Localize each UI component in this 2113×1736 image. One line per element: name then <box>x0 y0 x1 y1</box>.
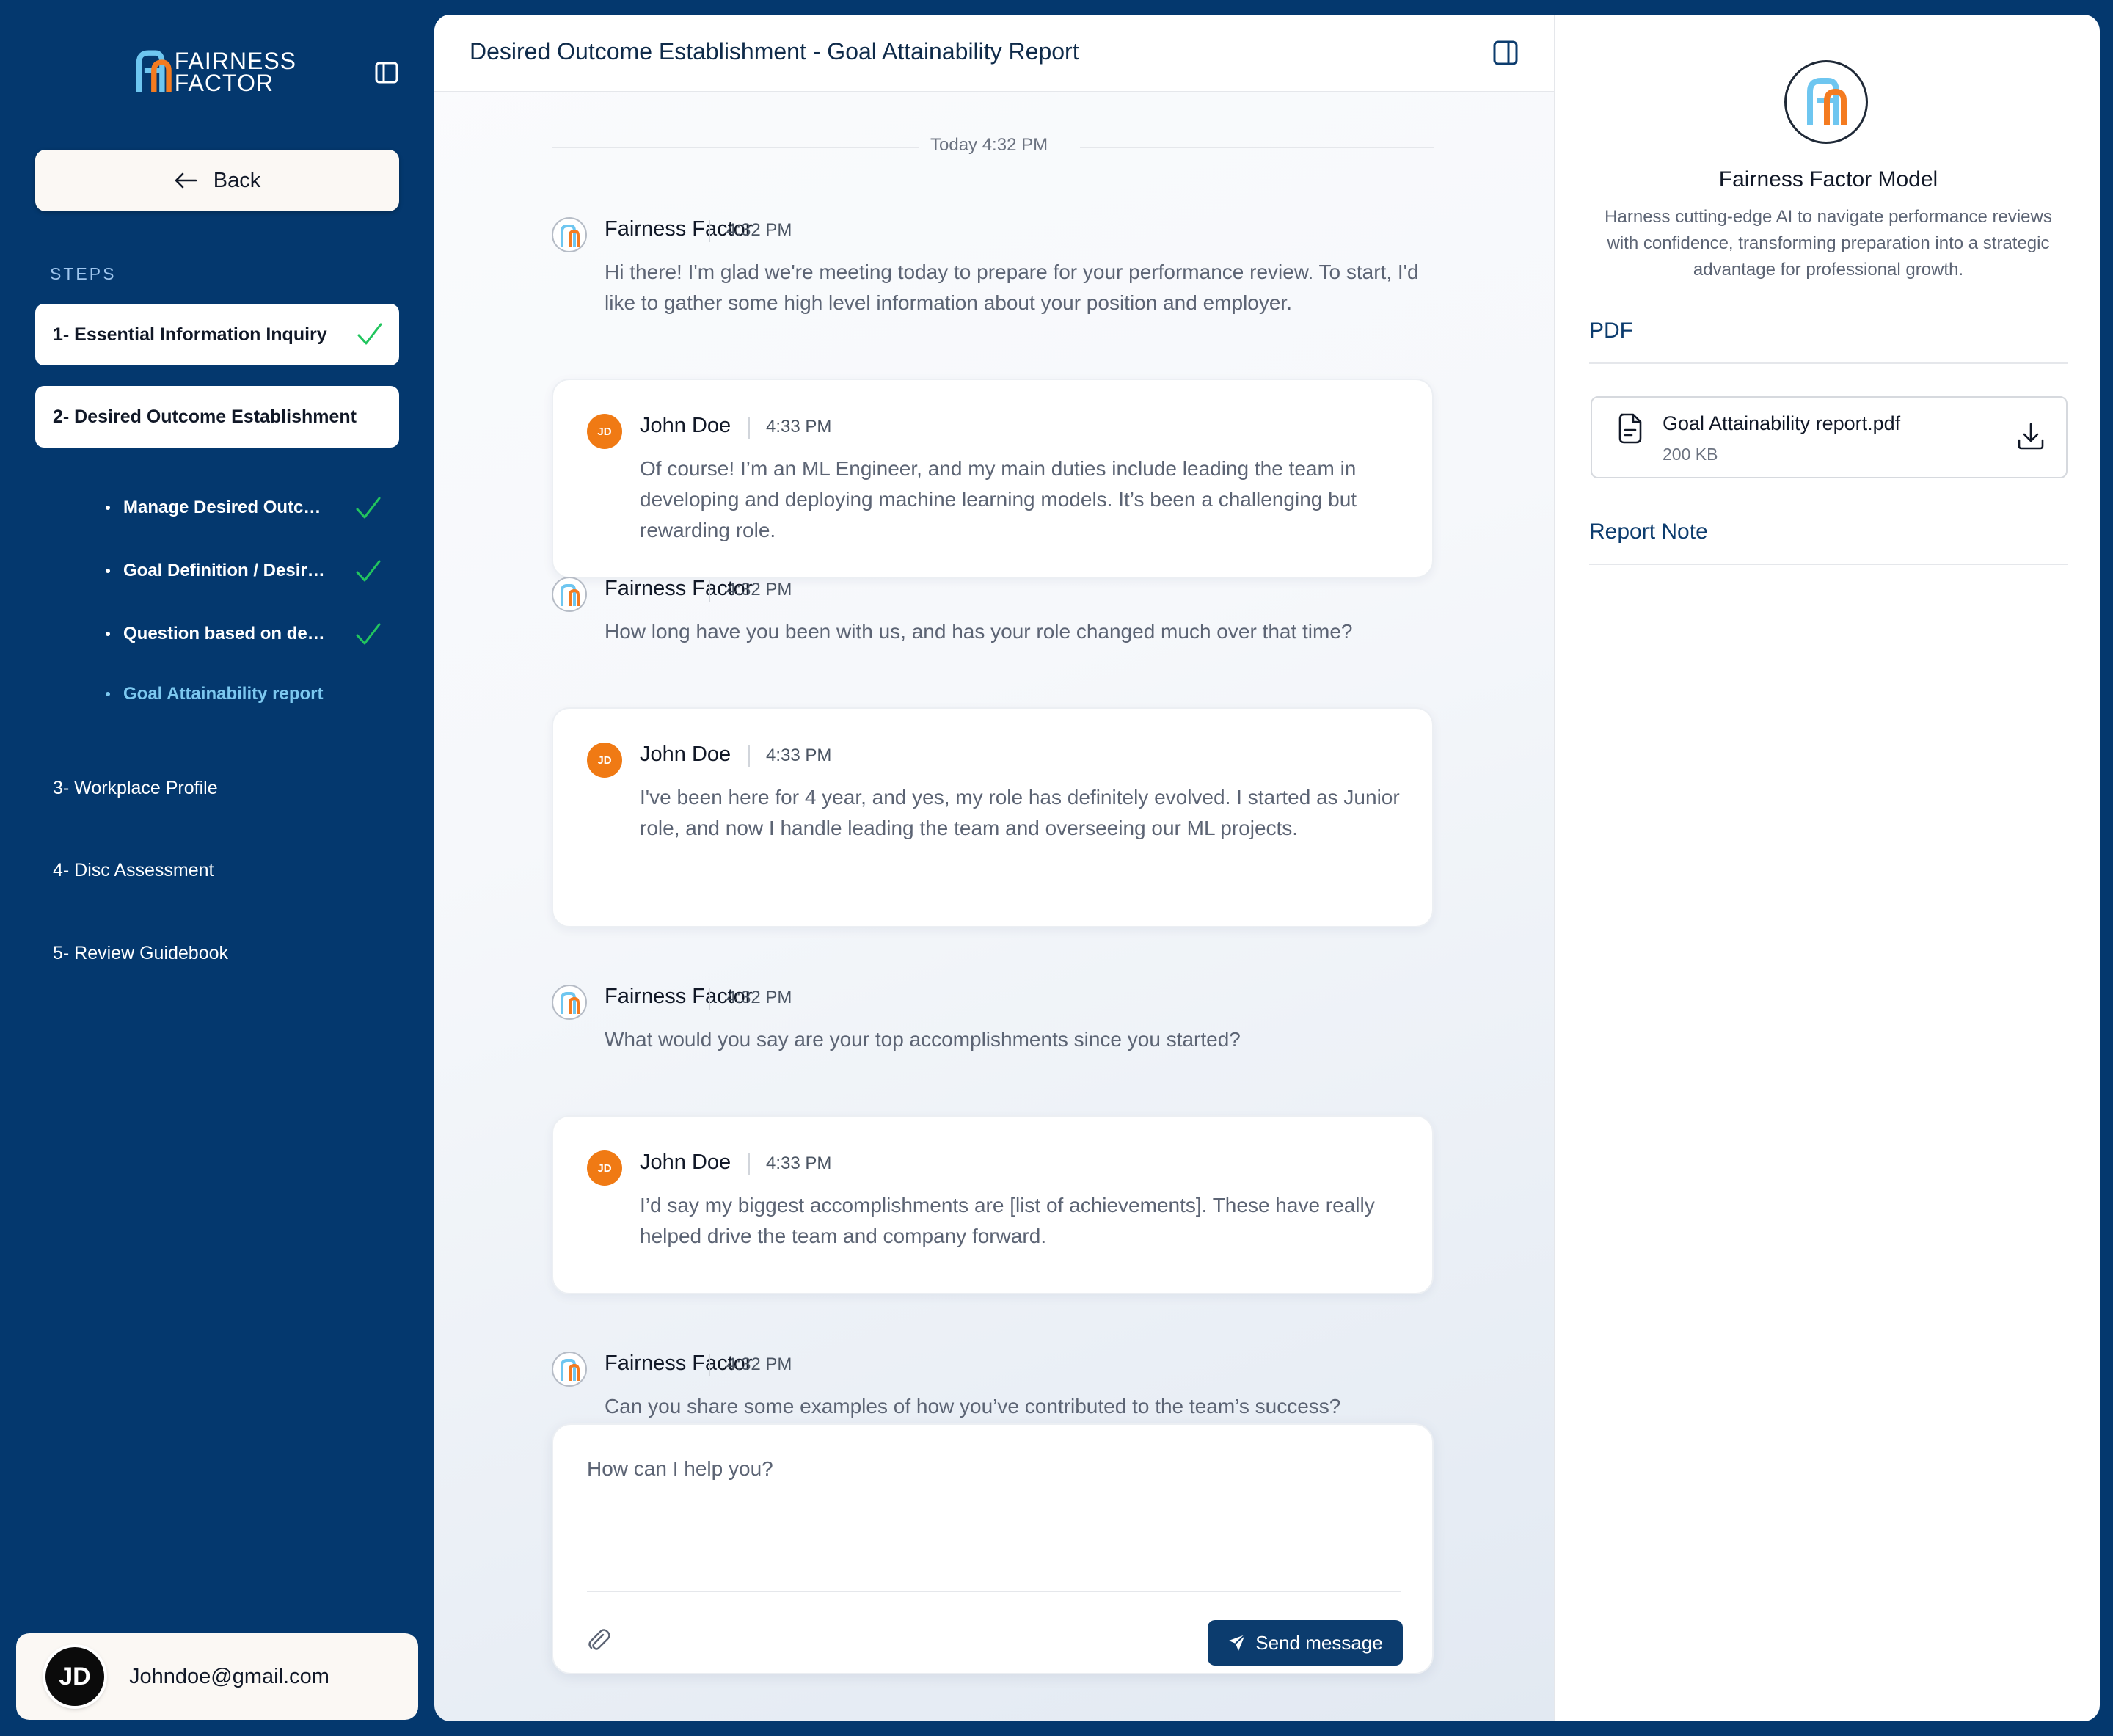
model-logo <box>1784 60 1868 144</box>
paperclip-icon[interactable] <box>585 1627 612 1654</box>
fairness-factor-logo-icon <box>1807 78 1847 125</box>
avatar: JD <box>587 743 622 778</box>
avatar: JD <box>587 414 622 449</box>
message-time: 4:32 PM <box>709 988 792 1010</box>
message-text: What would you say are your top accompli… <box>605 1028 1241 1051</box>
fairness-factor-logo-icon <box>561 225 580 247</box>
arrow-left-icon <box>175 172 197 189</box>
section-divider <box>1589 362 2068 364</box>
avatar: JD <box>45 1647 104 1706</box>
fairness-factor-logo[interactable]: FAIRNESS FACTOR <box>135 47 296 97</box>
pdf-file-card[interactable]: Goal Attainability report.pdf 200 KB <box>1591 396 2068 478</box>
step-workplace-profile[interactable]: 3- Workplace Profile <box>53 778 218 799</box>
user-email: Johndoe@gmail.com <box>129 1664 329 1688</box>
composer-divider <box>587 1591 1401 1592</box>
bullet-dot <box>106 506 110 510</box>
message-time: 4:32 PM <box>709 1354 792 1376</box>
message-time: 4:33 PM <box>748 1153 831 1175</box>
report-note-heading: Report Note <box>1589 519 1708 544</box>
toggle-right-panel-icon[interactable] <box>1492 40 1519 66</box>
message-text: Can you share some examples of how you’v… <box>605 1395 1341 1418</box>
message-text: I’d say my biggest accomplishments are [… <box>640 1194 1375 1247</box>
assistant-avatar <box>552 217 587 252</box>
substep-label: Goal Attainability report <box>123 684 324 704</box>
logo-text-line2: FACTOR <box>174 70 274 96</box>
send-button-label: Send message <box>1255 1631 1383 1654</box>
step-label: 2- Desired Outcome Establishment <box>53 406 357 427</box>
check-icon <box>356 497 381 519</box>
page-title: Desired Outcome Establishment - Goal Att… <box>470 38 1079 65</box>
avatar: JD <box>587 1150 622 1186</box>
step-review-guidebook[interactable]: 5- Review Guidebook <box>53 943 228 964</box>
sender-name: John Doe <box>640 1150 731 1174</box>
chat-header: Desired Outcome Establishment - Goal Att… <box>434 15 1554 92</box>
back-button-label: Back <box>213 168 261 192</box>
step-label: 1- Essential Information Inquiry <box>53 324 327 345</box>
step-essential-information-inquiry[interactable]: 1- Essential Information Inquiry <box>35 304 399 365</box>
step-desired-outcome-establishment[interactable]: 2- Desired Outcome Establishment <box>35 386 399 448</box>
substep-label: Manage Desired Outcome <box>123 497 330 517</box>
bullet-dot <box>106 569 110 573</box>
substep-question-based-on-desired-outcome[interactable]: Question based on desired outcome <box>106 619 384 649</box>
back-button[interactable]: Back <box>35 150 399 211</box>
file-name: Goal Attainability report.pdf <box>1663 412 1901 434</box>
date-divider: Today 4:32 PM <box>930 135 1048 155</box>
logo-text-line1: FAIRNESS <box>174 48 296 74</box>
fairness-factor-logo-icon <box>561 992 580 1014</box>
steps-heading: STEPS <box>50 264 117 283</box>
assistant-avatar <box>552 577 587 612</box>
substep-label: Question based on desired outcome <box>123 624 330 643</box>
check-icon <box>356 623 381 645</box>
details-panel: Fairness Factor Model Harness cutting-ed… <box>1554 15 2100 1721</box>
bullet-dot <box>106 632 110 636</box>
substep-goal-definition[interactable]: Goal Definition / Desired Outcome <box>106 556 384 586</box>
message-input[interactable] <box>587 1457 1394 1553</box>
message-composer: Send message <box>552 1423 1434 1674</box>
document-icon <box>1618 413 1642 444</box>
sender-name: John Doe <box>640 414 731 437</box>
model-title: Fairness Factor Model <box>1718 167 1938 192</box>
bullet-dot <box>106 692 110 696</box>
user-message: JD John Doe 4:33 PM I've been here for 4… <box>552 707 1434 927</box>
logo-mark-icon <box>136 50 172 92</box>
user-message: JD John Doe 4:33 PM Of course! I’m an ML… <box>552 379 1434 578</box>
user-account-card[interactable]: JD Johndoe@gmail.com <box>16 1633 418 1720</box>
date-divider-line <box>1080 147 1434 148</box>
message-time: 4:33 PM <box>748 745 831 767</box>
chat-panel: Desired Outcome Establishment - Goal Att… <box>434 15 1554 1721</box>
substep-label: Goal Definition / Desired Outcome <box>123 561 330 580</box>
assistant-avatar <box>552 985 587 1020</box>
message-time: 4:33 PM <box>748 417 831 439</box>
message-time: 4:32 PM <box>709 580 792 602</box>
fairness-factor-logo-icon <box>561 584 580 606</box>
message-text: How long have you been with us, and has … <box>605 620 1353 643</box>
message-text: Hi there! I'm glad we're meeting today t… <box>605 260 1419 314</box>
send-icon <box>1229 1634 1246 1651</box>
message-text: Of course! I’m an ML Engineer, and my ma… <box>640 457 1357 541</box>
pdf-section-heading: PDF <box>1589 318 1633 343</box>
check-icon <box>357 323 382 345</box>
message-text: I've been here for 4 year, and yes, my r… <box>640 786 1400 839</box>
section-divider <box>1589 564 2068 565</box>
download-icon[interactable] <box>2016 421 2046 451</box>
user-message: JD John Doe 4:33 PM I’d say my biggest a… <box>552 1115 1434 1294</box>
sidebar-collapse-icon[interactable] <box>374 60 399 85</box>
fairness-factor-logo-icon <box>561 1359 580 1381</box>
substep-goal-attainability-report[interactable]: Goal Attainability report <box>106 679 384 709</box>
assistant-avatar <box>552 1352 587 1387</box>
send-message-button[interactable]: Send message <box>1208 1620 1403 1666</box>
model-description: Harness cutting-edge AI to navigate perf… <box>1605 207 2052 280</box>
substep-manage-desired-outcome[interactable]: Manage Desired Outcome <box>106 493 384 522</box>
check-icon <box>356 560 381 582</box>
date-divider-line <box>552 147 919 148</box>
step-disc-assessment[interactable]: 4- Disc Assessment <box>53 860 214 881</box>
sidebar: FAIRNESS FACTOR Back STEPS 1- Essential … <box>0 0 434 1736</box>
sender-name: John Doe <box>640 743 731 766</box>
file-size: 200 KB <box>1663 445 1718 464</box>
message-time: 4:32 PM <box>709 220 792 242</box>
